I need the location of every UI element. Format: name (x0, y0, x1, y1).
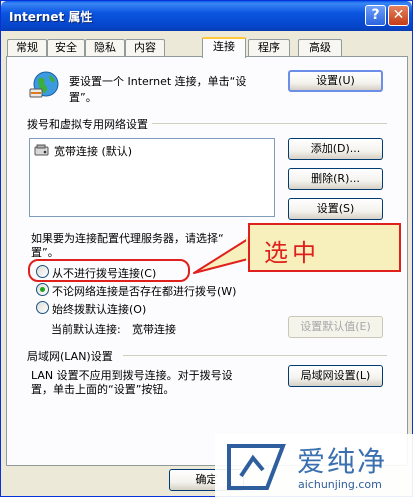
connections-list[interactable]: 宽带连接 (默认) (29, 138, 275, 217)
lan-group-label: 局域网(LAN)设置 (27, 348, 117, 364)
connection-name: 宽带连接 (默认) (54, 145, 133, 158)
current-default-label: 当前默认连接: (51, 323, 121, 336)
setup-text-line1: 要设置一个 Internet 连接，单击“设 (69, 75, 247, 88)
watermark-url: aichunjing.com (298, 478, 382, 491)
tab-connections[interactable]: 连接 (202, 37, 246, 58)
tab-advanced[interactable]: 高级 (298, 39, 342, 57)
setup-button[interactable]: 设置(U) (288, 70, 383, 92)
highlight-oval (28, 259, 190, 282)
always-dial-radio[interactable] (36, 301, 49, 314)
tab-privacy[interactable]: 隐私 (85, 39, 125, 57)
title-bar[interactable]: Internet 属性 ? ✕ (1, 1, 412, 31)
always-dial-label[interactable]: 始终拨默认连接(O) (52, 301, 146, 317)
help-button[interactable]: ? (365, 5, 386, 26)
watermark: 爱纯净 aichunjing.com (215, 434, 413, 497)
lan-text-line2: 置，单击上面的“设置”按钮。 (31, 383, 175, 396)
dialup-group-label: 拨号和虚拟专用网络设置 (27, 116, 152, 132)
set-default-button[interactable]: 设置默认值(E) (288, 316, 383, 338)
globe-network-icon (29, 71, 59, 98)
lan-separator (123, 355, 387, 356)
tab-content[interactable]: 内容 (125, 39, 165, 57)
tab-security[interactable]: 安全 (47, 39, 85, 57)
current-default-value: 宽带连接 (132, 323, 176, 336)
window-title: Internet 属性 (9, 10, 93, 24)
callout-text: 选中 (264, 239, 320, 267)
watermark-logo-icon (227, 444, 286, 490)
callout-arrow (193, 237, 252, 274)
tab-programs[interactable]: 程序 (248, 39, 290, 57)
tab-general[interactable]: 常规 (7, 39, 47, 57)
watermark-text: 爱纯净 (297, 445, 388, 478)
callout-box: 选中 (248, 223, 401, 272)
close-button[interactable]: ✕ (388, 5, 409, 26)
dial-whenever-radio[interactable] (36, 283, 49, 296)
dialup-connection-icon (34, 144, 49, 156)
remove-button[interactable]: 删除(R)... (288, 168, 383, 190)
proxy-text-line2: 置”。 (31, 246, 59, 259)
setup-text-line2: 置”。 (69, 91, 97, 104)
internet-properties-window: Internet 属性 ? ✕ 常规 安全 隐私 内容 连接 程序 高级 要设置… (0, 0, 413, 497)
settings-button[interactable]: 设置(S) (288, 198, 383, 220)
lan-settings-button[interactable]: 局域网设置(L) (288, 365, 383, 387)
dial-whenever-label[interactable]: 不论网络连接是否存在都进行拨号(W) (52, 283, 236, 299)
dialup-separator (141, 123, 387, 124)
add-button[interactable]: 添加(D)... (288, 138, 383, 160)
